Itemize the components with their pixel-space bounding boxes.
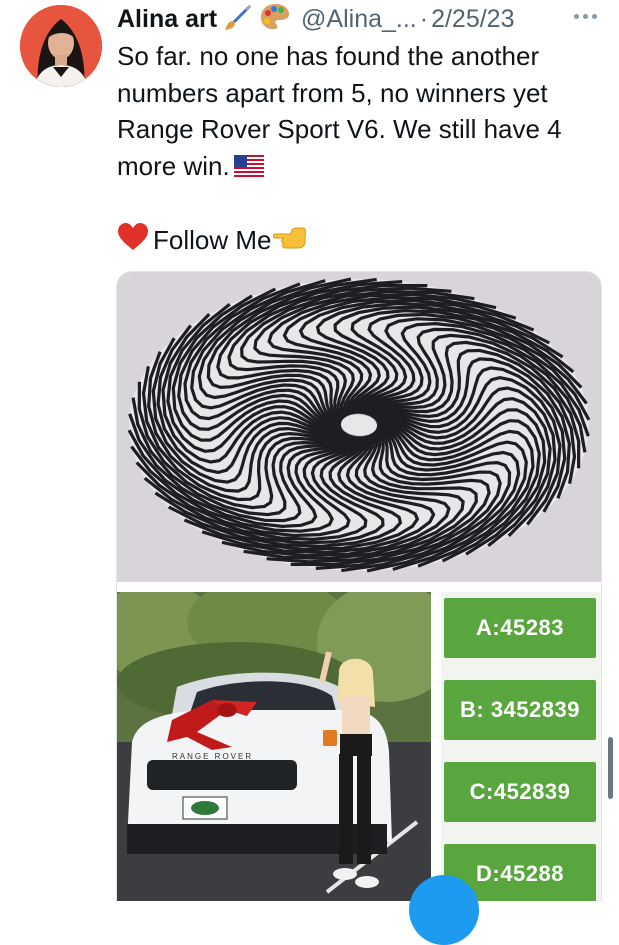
- compose-button[interactable]: [409, 875, 479, 945]
- author-handle[interactable]: @Alina_...: [301, 5, 417, 34]
- range-rover-photo: RANGE ROVER: [117, 592, 431, 901]
- author-name[interactable]: Alina art: [117, 5, 217, 34]
- more-options-icon[interactable]: [574, 14, 597, 19]
- us-flag-icon: [233, 150, 264, 187]
- pointing-left-icon: [273, 224, 307, 257]
- spiral-background: [129, 279, 589, 571]
- scrollbar[interactable]: [608, 737, 613, 799]
- tweet-media[interactable]: RANGE ROVER A:45283 B: 3452839 C:452839 …: [116, 271, 602, 901]
- car-photo[interactable]: RANGE ROVER: [117, 592, 431, 901]
- tweet-text-line: more win.: [117, 148, 612, 187]
- car-badge-text: RANGE ROVER: [172, 752, 253, 761]
- red-heart-icon: [117, 222, 149, 259]
- code-option-a[interactable]: A:45283: [444, 598, 596, 658]
- tweet-date[interactable]: 2/25/23: [431, 5, 514, 34]
- tweet-text-line-end: more win.: [117, 150, 230, 181]
- code-option-b[interactable]: B: 3452839: [444, 680, 596, 740]
- follow-line: Follow Me: [117, 222, 307, 259]
- palette-icon: [259, 2, 291, 37]
- separator-dot: ·: [419, 4, 429, 33]
- avatar[interactable]: [20, 5, 102, 87]
- tweet-text: So far. no one has found the another num…: [117, 38, 612, 186]
- optical-illusion-image[interactable]: [117, 272, 601, 582]
- tweet-text-line: So far. no one has found the another: [117, 41, 540, 71]
- follow-me-text: Follow Me: [153, 225, 272, 255]
- tweet-text-line: Range Rover Sport V6. We still have 4: [117, 114, 562, 144]
- code-option-c[interactable]: C:452839: [444, 762, 596, 822]
- winning-codes-panel: A:45283 B: 3452839 C:452839 D:45288: [441, 592, 601, 901]
- spiral-illusion: [127, 277, 591, 573]
- paintbrush-icon: [223, 2, 253, 37]
- tweet-header: Alina art @Alina_... · 2/25/23: [117, 2, 619, 36]
- avatar-portrait: [20, 5, 102, 87]
- tweet-text-line: numbers apart from 5, no winners yet: [117, 77, 548, 108]
